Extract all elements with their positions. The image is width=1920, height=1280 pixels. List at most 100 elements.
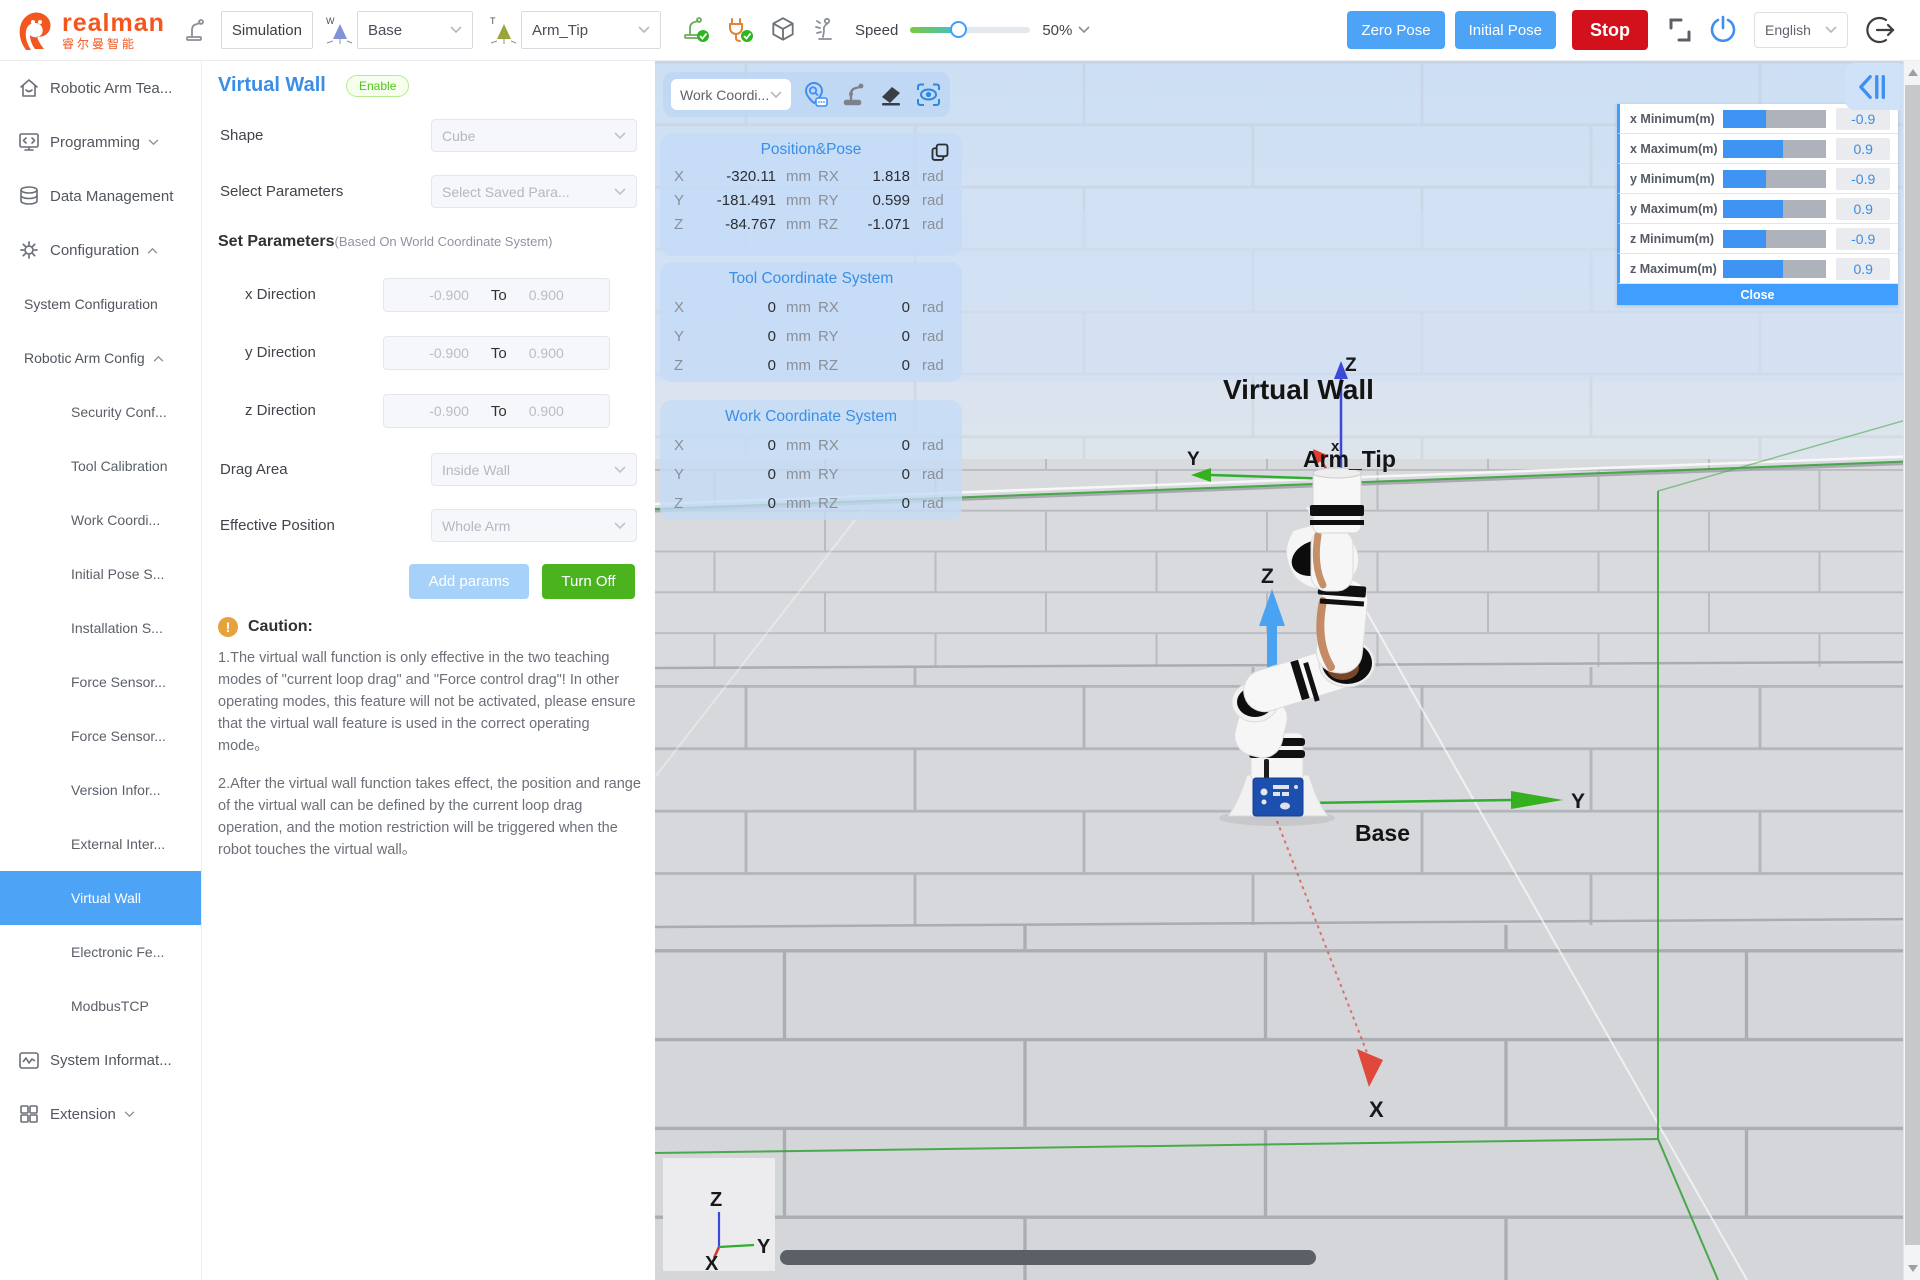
sidebar-item-robotic-arm-teaching[interactable]: Robotic Arm Tea... <box>0 61 201 115</box>
z-direction-range[interactable]: -0.900 To 0.900 <box>383 394 610 428</box>
speed-slider-thumb[interactable] <box>950 21 968 38</box>
tool-coordinate-panel: Tool Coordinate System X 0 mm RX 0 rad Y 0 mm RY… <box>660 262 962 382</box>
tool-row-y: Y 0 mm RY 0 rad <box>674 328 944 345</box>
chevron-down-icon <box>770 90 782 98</box>
scene-base-y-label: Y <box>1571 790 1585 813</box>
joint-step-icon[interactable] <box>1666 16 1694 44</box>
sidebar-item-tool-calibration[interactable]: Tool Calibration <box>0 439 201 493</box>
close-button[interactable]: Close <box>1617 284 1898 305</box>
sidebar-item-configuration[interactable]: Configuration <box>0 223 201 277</box>
set-parameters-note: (Based On World Coordinate System) <box>334 234 553 249</box>
simulation-mode-box[interactable]: Simulation <box>220 11 313 49</box>
scrollbar-thumb[interactable] <box>1905 85 1920 1245</box>
connection-status-icon[interactable] <box>725 16 755 44</box>
locate-search-icon[interactable] <box>802 81 829 108</box>
drag-area-label: Drag Area <box>220 461 288 478</box>
viewport-frame-select[interactable]: Work Coordi... <box>671 79 791 110</box>
z-direction-label: z Direction <box>245 402 316 419</box>
horizontal-scrollbar[interactable] <box>780 1250 1316 1265</box>
x-min-value[interactable]: -0.9 <box>1836 107 1890 130</box>
language-select[interactable]: English <box>1754 12 1848 48</box>
robot-pose-icon[interactable] <box>840 81 867 108</box>
y-min-slider[interactable] <box>1723 169 1827 188</box>
scene-base-x-label: X <box>1369 1097 1384 1122</box>
copy-icon[interactable] <box>930 142 950 162</box>
y-max-value[interactable]: 0.9 <box>1836 197 1890 220</box>
select-parameters-select[interactable]: Select Saved Para... <box>431 175 637 208</box>
y-min-value[interactable]: -0.9 <box>1836 167 1890 190</box>
add-params-button[interactable]: Add params <box>409 564 529 599</box>
scene-tip-z-label: Z <box>1345 355 1357 376</box>
wall-limits-panel: x Minimum(m) -0.9 x Maximum(m) 0.9 y Min… <box>1617 104 1898 305</box>
sidebar-item-force-sensor-2[interactable]: Force Sensor... <box>0 709 201 763</box>
cube-view-icon[interactable] <box>769 16 797 44</box>
scene-base-label: Base <box>1355 820 1410 846</box>
sidebar-item-system-configuration[interactable]: System Configuration <box>0 277 201 331</box>
eraser-icon[interactable] <box>878 82 904 108</box>
work-coordinate-panel: Work Coordinate System X 0 mm RX 0 rad Y 0 mm RY… <box>660 400 962 520</box>
drag-area-select[interactable]: Inside Wall <box>431 453 637 486</box>
3d-viewport[interactable]: Z Y X Z Y x Virtual Wall Arm_Tip Base Wo… <box>655 61 1920 1280</box>
sidebar-item-extension[interactable]: Extension <box>0 1087 201 1141</box>
x-max-slider[interactable] <box>1723 139 1827 158</box>
zero-pose-button[interactable]: Zero Pose <box>1347 11 1445 49</box>
sidebar-item-virtual-wall[interactable]: Virtual Wall <box>0 871 201 925</box>
sidebar-item-robotic-arm-config[interactable]: Robotic Arm Config <box>0 331 201 385</box>
sidebar-item-security-config[interactable]: Security Conf... <box>0 385 201 439</box>
select-parameters-label: Select Parameters <box>220 183 344 200</box>
chevron-down-icon <box>1825 26 1837 34</box>
logout-icon[interactable] <box>1866 15 1896 45</box>
power-icon[interactable] <box>1708 15 1738 45</box>
effective-position-select[interactable]: Whole Arm <box>431 509 637 542</box>
sidebar-nav: Robotic Arm Tea... Programming Data Mana… <box>0 61 202 1280</box>
shape-select[interactable]: Cube <box>431 119 637 152</box>
work-row-x: X 0 mm RX 0 rad <box>674 437 944 454</box>
sidebar-item-work-coordinate[interactable]: Work Coordi... <box>0 493 201 547</box>
sidebar-item-external-interface[interactable]: External Inter... <box>0 817 201 871</box>
turn-off-button[interactable]: Turn Off <box>542 564 635 599</box>
speed-slider[interactable] <box>910 21 1031 38</box>
y-direction-label: y Direction <box>245 344 316 361</box>
z-max-slider[interactable] <box>1723 259 1827 278</box>
y-max-slider[interactable] <box>1723 199 1827 218</box>
scene-tip-y-label: Y <box>1187 449 1200 470</box>
robot-status-icon[interactable] <box>681 16 711 44</box>
sidebar-item-data-management[interactable]: Data Management <box>0 169 201 223</box>
gizmo-y-label: Y <box>757 1236 771 1258</box>
eye-focus-icon[interactable] <box>915 81 942 108</box>
sidebar-item-programming[interactable]: Programming <box>0 115 201 169</box>
chevron-down-icon <box>450 26 462 34</box>
realman-logo-icon <box>19 12 51 50</box>
sidebar-item-version-information[interactable]: Version Infor... <box>0 763 201 817</box>
world-frame-select[interactable]: Base <box>356 11 473 49</box>
initial-pose-button[interactable]: Initial Pose <box>1454 11 1556 49</box>
collapse-icon <box>1858 74 1885 99</box>
z-min-slider[interactable] <box>1723 229 1827 248</box>
x-max-value[interactable]: 0.9 <box>1836 137 1890 160</box>
sidebar-item-initial-pose[interactable]: Initial Pose S... <box>0 547 201 601</box>
scroll-down-arrow[interactable] <box>1908 1265 1918 1272</box>
chevron-down-icon[interactable] <box>1078 26 1090 34</box>
pose-row-y: Y -181.491 mm RY 0.599 rad <box>674 191 944 209</box>
sidebar-item-electronic-fence[interactable]: Electronic Fe... <box>0 925 201 979</box>
scroll-up-arrow[interactable] <box>1908 69 1918 76</box>
collapse-panel-button[interactable] <box>1845 63 1900 110</box>
z-min-value[interactable]: -0.9 <box>1836 227 1890 250</box>
x-min-slider[interactable] <box>1723 109 1827 128</box>
orientation-gizmo[interactable]: Z Y X <box>663 1158 775 1271</box>
stop-button[interactable]: Stop <box>1572 10 1648 50</box>
tool-frame-select[interactable]: Arm_Tip <box>520 11 661 49</box>
sidebar-item-modbustcp[interactable]: ModbusTCP <box>0 979 201 1033</box>
tool-coordinate-title: Tool Coordinate System <box>728 270 894 287</box>
chevron-down-icon <box>614 521 626 529</box>
vertical-scrollbar[interactable] <box>1903 61 1920 1280</box>
x-direction-range[interactable]: -0.900 To 0.900 <box>383 278 610 312</box>
realman-logo: realman 睿尔曼智能 <box>14 8 165 52</box>
chevron-up-icon <box>147 247 158 254</box>
y-direction-range[interactable]: -0.900 To 0.900 <box>383 336 610 370</box>
work-row-y: Y 0 mm RY 0 rad <box>674 466 944 483</box>
sidebar-item-installation[interactable]: Installation S... <box>0 601 201 655</box>
sidebar-item-force-sensor-1[interactable]: Force Sensor... <box>0 655 201 709</box>
sidebar-item-system-information[interactable]: System Informat... <box>0 1033 201 1087</box>
z-max-value[interactable]: 0.9 <box>1836 257 1890 280</box>
